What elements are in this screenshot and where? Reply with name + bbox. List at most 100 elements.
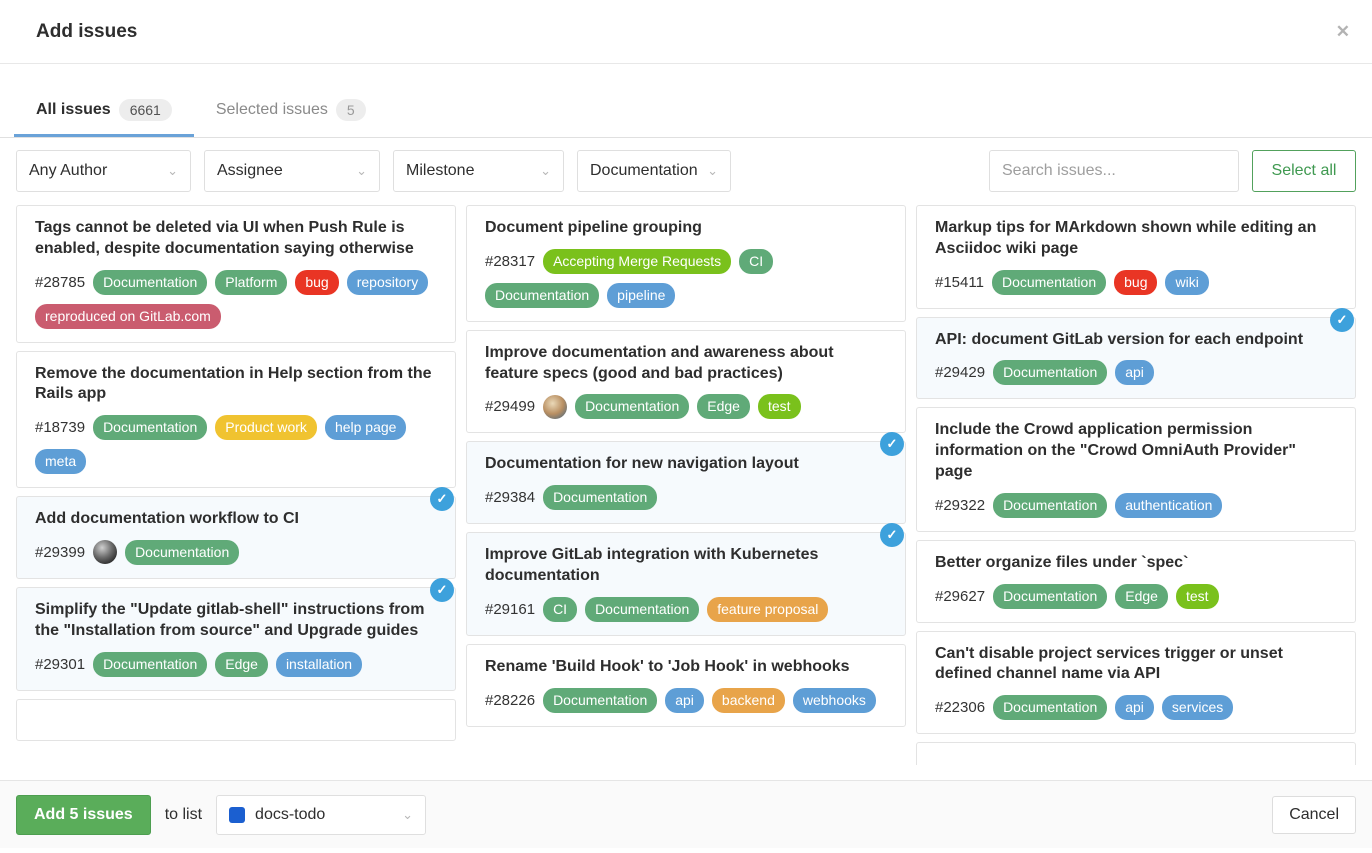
label-api: api [665,688,704,713]
assignee-filter-dropdown[interactable]: Assignee ⌄ [204,150,380,192]
issue-number: #29384 [485,489,535,506]
label-bug: bug [1114,270,1157,295]
issue-number: #29627 [935,588,985,605]
label-documentation: Documentation [993,695,1107,720]
issue-card[interactable]: Include the Crowd application permission… [916,407,1356,531]
issues-board: Tags cannot be deleted via UI when Push … [0,205,1372,765]
issue-number: #29429 [935,364,985,381]
issue-meta-row: #28317Accepting Merge RequestsCIDocument… [485,249,887,308]
label-filter-dropdown[interactable]: Documentation ⌄ [577,150,731,192]
issue-card[interactable]: Improve documentation and awareness abou… [466,330,906,434]
label-api: api [1115,695,1154,720]
label-backend: backend [712,688,785,713]
label-documentation: Documentation [125,540,239,565]
label-edge: Edge [215,652,268,677]
label-webhooks: webhooks [793,688,876,713]
chevron-down-icon: ⌄ [707,163,718,179]
issue-column: Tags cannot be deleted via UI when Push … [16,205,456,765]
issue-title: Add documentation workflow to CI [35,509,437,530]
issue-title: Improve GitLab integration with Kubernet… [485,545,887,587]
issue-meta-row: #29322Documentationauthentication [935,493,1337,518]
tab-selected-issues[interactable]: Selected issues 5 [194,84,388,137]
issue-column: Markup tips for MArkdown shown while edi… [916,205,1356,765]
issue-meta-row: #29161CIDocumentationfeature proposal [485,597,887,622]
tab-all-issues-label: All issues [36,101,111,119]
issue-meta-row: #28785DocumentationPlatformbugrepository… [35,270,437,329]
issue-card[interactable]: Remove the documentation in Help section… [16,351,456,489]
issue-meta-row: #29301DocumentationEdgeinstallation [35,652,437,677]
tab-all-issues[interactable]: All issues 6661 [14,84,194,137]
label-documentation: Documentation [585,597,699,622]
label-test: test [1176,584,1219,609]
issue-meta-row: #29429 Documentation api [935,360,1337,385]
issue-number: #29499 [485,398,535,415]
milestone-filter-value: Milestone [406,162,474,180]
chevron-down-icon: ⌄ [402,807,413,823]
chevron-down-icon: ⌄ [540,163,551,179]
chevron-down-icon: ⌄ [167,163,178,179]
issue-meta-row: #15411Documentationbugwiki [935,270,1337,295]
target-list-dropdown[interactable]: docs-todo ⌄ [216,795,426,835]
label-documentation: Documentation [93,270,207,295]
issue-card[interactable]: ✓Improve GitLab integration with Kuberne… [466,532,906,636]
label-authentication: authentication [1115,493,1222,518]
label-installation: installation [276,652,362,677]
author-filter-dropdown[interactable]: Any Author ⌄ [16,150,191,192]
label-edge: Edge [697,394,750,419]
label-documentation: Documentation [993,360,1107,385]
issue-number: #29161 [485,601,535,618]
label-documentation: Documentation [93,652,207,677]
issue-number: #28317 [485,253,535,270]
label-ci: CI [739,249,773,274]
filter-bar: Any Author ⌄ Assignee ⌄ Milestone ⌄ Docu… [0,138,1372,192]
tabs-bar: All issues 6661 Selected issues 5 [0,84,1372,138]
issue-meta-row: #29384Documentation [485,485,887,510]
issue-card[interactable]: Tags cannot be deleted via UI when Push … [16,205,456,343]
label-ci: CI [543,597,577,622]
issue-title: Better organize files under `spec` [935,553,1337,574]
cancel-button[interactable]: Cancel [1272,796,1356,834]
issue-meta-row: #18739DocumentationProduct workhelp page… [35,415,437,474]
issue-card[interactable]: ✓Documentation for new navigation layout… [466,441,906,524]
issue-card[interactable]: Better organize files under `spec` #29627… [916,540,1356,623]
issue-meta-row: #28226Documentationapibackendwebhooks [485,688,887,713]
all-issues-count-badge: 6661 [119,99,172,121]
modal-title: Add issues [36,21,137,43]
label-api: api [1115,360,1154,385]
issue-card[interactable] [916,742,1356,765]
issue-title: Rename 'Build Hook' to 'Job Hook' in web… [485,657,887,678]
selected-check-icon: ✓ [430,487,454,511]
issue-card[interactable] [16,699,456,741]
issue-number: #28226 [485,692,535,709]
modal-footer: Add 5 issues to list docs-todo ⌄ Cancel [0,780,1372,848]
issue-card[interactable]: Document pipeline grouping#28317Acceptin… [466,205,906,322]
issue-card[interactable]: ✓Simplify the "Update gitlab-shell" inst… [16,587,456,691]
label-documentation: Documentation [575,394,689,419]
issue-number: #28785 [35,274,85,291]
issue-title: API: document GitLab version for each en… [935,330,1337,351]
add-issues-modal: Add issues ✕ All issues 6661 Selected is… [0,0,1372,853]
search-input[interactable] [989,150,1239,192]
issue-number: #15411 [935,274,984,291]
add-issues-button[interactable]: Add 5 issues [16,795,151,835]
milestone-filter-dropdown[interactable]: Milestone ⌄ [393,150,564,192]
chevron-down-icon: ⌄ [356,163,367,179]
issue-card[interactable]: ✓Add documentation workflow to CI#29399D… [16,496,456,579]
issue-meta-row: #29499DocumentationEdgetest [485,394,887,419]
issue-number: #29399 [35,544,85,561]
issue-card[interactable]: Markup tips for MArkdown shown while edi… [916,205,1356,309]
label-reproduced-on-gitlab-com: reproduced on GitLab.com [35,304,221,329]
selected-check-icon: ✓ [880,432,904,456]
issue-meta-row: #22306Documentationapiservices [935,695,1337,720]
issue-card[interactable]: Rename 'Build Hook' to 'Job Hook' in web… [466,644,906,727]
issue-title: Include the Crowd application permission… [935,420,1337,482]
selected-issues-count-badge: 5 [336,99,366,121]
selected-check-icon: ✓ [1330,308,1354,332]
select-all-button[interactable]: Select all [1252,150,1356,192]
modal-header: Add issues ✕ [0,0,1372,64]
label-meta: meta [35,449,86,474]
close-icon[interactable]: ✕ [1336,23,1350,40]
label-documentation: Documentation [485,283,599,308]
issue-card[interactable]: Can't disable project services trigger o… [916,631,1356,735]
issue-card[interactable]: ✓API: document GitLab version for each e… [916,317,1356,400]
